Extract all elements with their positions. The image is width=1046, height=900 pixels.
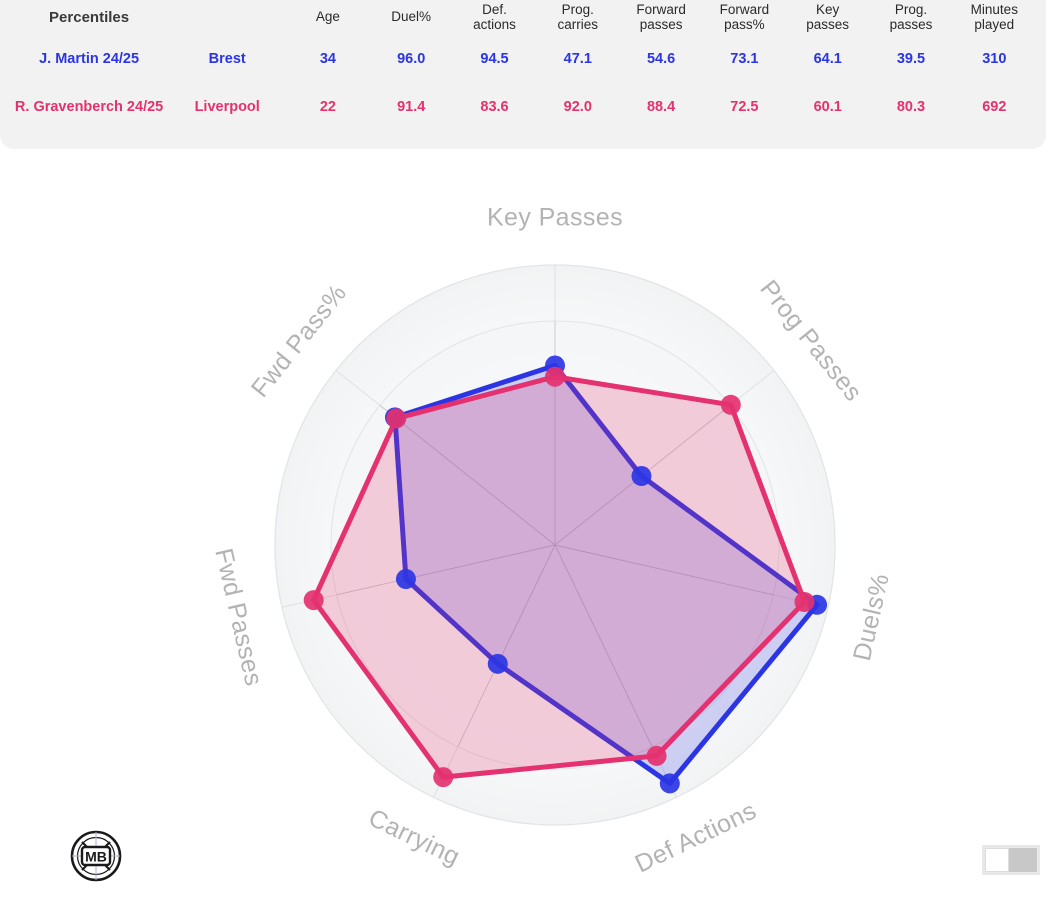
row-duel-pct: 91.4: [397, 99, 426, 116]
radar-data-point[interactable]: [386, 408, 407, 429]
header-minutes-played-line1: Minutes: [970, 2, 1018, 17]
row-team: Liverpool: [194, 99, 260, 116]
header-forward-passes-line2: passes: [639, 16, 683, 32]
radar-data-point[interactable]: [487, 653, 508, 674]
row-key-passes: 60.1: [813, 99, 842, 116]
header-key-passes: Key passes: [786, 0, 869, 35]
header-age: Age: [286, 0, 369, 35]
radar-data-point[interactable]: [646, 745, 667, 766]
header-minutes-played-line2: played: [974, 16, 1015, 32]
radar-data-point[interactable]: [720, 394, 741, 415]
header-forward-pass-pct-line1: Forward: [719, 2, 770, 17]
row-prog-passes: 39.5: [896, 51, 926, 68]
radar-data-point[interactable]: [303, 590, 324, 611]
mb-logo: MB: [70, 830, 122, 882]
header-duel-pct-line1: Duel%: [391, 9, 432, 25]
percentiles-table: Percentiles Age Duel% Def. actions Prog.: [10, 0, 1036, 131]
radar-axis-label: Key Passes: [487, 204, 623, 232]
row-player-name: R. Gravenberch 24/25: [14, 98, 164, 115]
row-duel-pct: 96.0: [397, 51, 426, 68]
header-key-passes-line2: passes: [806, 16, 850, 32]
header-forward-passes-line1: Forward: [636, 2, 686, 17]
table-row[interactable]: R. Gravenberch 24/25 Liverpool 22 91.4 8…: [10, 83, 1036, 131]
radar-axis-label: Duels%: [848, 571, 895, 664]
radar-data-point[interactable]: [631, 466, 652, 487]
table-row[interactable]: J. Martin 24/25 Brest 34 96.0 94.5 47.1 …: [10, 35, 1036, 83]
table-header: Percentiles Age Duel% Def. actions Prog.: [10, 0, 1036, 35]
row-age: 34: [319, 51, 336, 68]
radar-data-point[interactable]: [433, 767, 454, 788]
percentiles-table-card: Percentiles Age Duel% Def. actions Prog.: [0, 0, 1046, 150]
radar-axis-label: Carrying: [364, 804, 464, 872]
header-prog-carries: Prog. carries: [536, 0, 619, 35]
logo-text: MB: [85, 849, 107, 865]
header-duel-pct: Duel%: [370, 0, 453, 35]
row-def-actions: 83.6: [480, 99, 509, 116]
row-key-passes: 64.1: [813, 51, 842, 68]
row-minutes-played: 310: [982, 51, 1007, 68]
header-age-line1: Age: [315, 9, 340, 25]
radar-data-point[interactable]: [794, 591, 815, 612]
row-def-actions: 94.5: [480, 51, 509, 68]
row-team: Brest: [208, 51, 246, 68]
header-percentiles: Percentiles: [49, 9, 130, 27]
row-forward-passes: 54.6: [646, 51, 676, 68]
row-forward-passes: 88.4: [646, 99, 676, 116]
header-prog-passes: Prog. passes: [869, 0, 952, 35]
header-key-passes-line1: Key: [816, 2, 840, 17]
radar-chart-container: Key Passes Prog Passes Duels% Def Actions Ca…: [0, 160, 1046, 900]
row-prog-carries: 47.1: [563, 51, 592, 68]
radar-axis-label: Fwd Passes: [209, 546, 267, 689]
row-minutes-played: 692: [982, 99, 1007, 116]
row-player-name: J. Martin 24/25: [39, 50, 140, 67]
header-prog-carries-line2: carries: [557, 16, 599, 32]
header-prog-passes-line2: passes: [889, 16, 933, 32]
header-def-actions: Def. actions: [453, 0, 536, 35]
row-forward-pass-pct: 72.5: [730, 99, 759, 116]
header-forward-pass-pct-line2: pass%: [724, 16, 765, 32]
row-prog-carries: 92.0: [563, 99, 592, 116]
header-team: [168, 0, 286, 35]
table-header-row: Percentiles Age Duel% Def. actions Prog.: [10, 0, 1036, 35]
app-root: Percentiles Age Duel% Def. actions Prog.: [0, 0, 1046, 900]
header-forward-pass-pct: Forward pass%: [703, 0, 786, 35]
header-minutes-played: Minutes played: [953, 0, 1036, 35]
row-prog-passes: 80.3: [896, 99, 926, 116]
header-def-actions-line2: actions: [473, 16, 516, 32]
table-body: J. Martin 24/25 Brest 34 96.0 94.5 47.1 …: [10, 35, 1036, 131]
radar-data-point[interactable]: [395, 569, 416, 590]
radar-data-point[interactable]: [545, 366, 565, 387]
header-def-actions-line1: Def.: [482, 2, 507, 17]
header-prog-carries-line1: Prog.: [561, 2, 594, 17]
row-forward-pass-pct: 73.1: [730, 51, 759, 68]
mb-logo-icon: MB: [70, 830, 122, 882]
radar-data-point[interactable]: [659, 773, 680, 794]
resize-handle-knob[interactable]: [985, 848, 1009, 872]
row-age: 22: [319, 99, 336, 116]
resize-handle[interactable]: [982, 845, 1040, 875]
header-forward-passes: Forward passes: [619, 0, 702, 35]
radar-chart: Key PassesProg PassesDuels%Def ActionsCa…: [209, 204, 895, 879]
header-prog-passes-line1: Prog.: [894, 2, 928, 17]
